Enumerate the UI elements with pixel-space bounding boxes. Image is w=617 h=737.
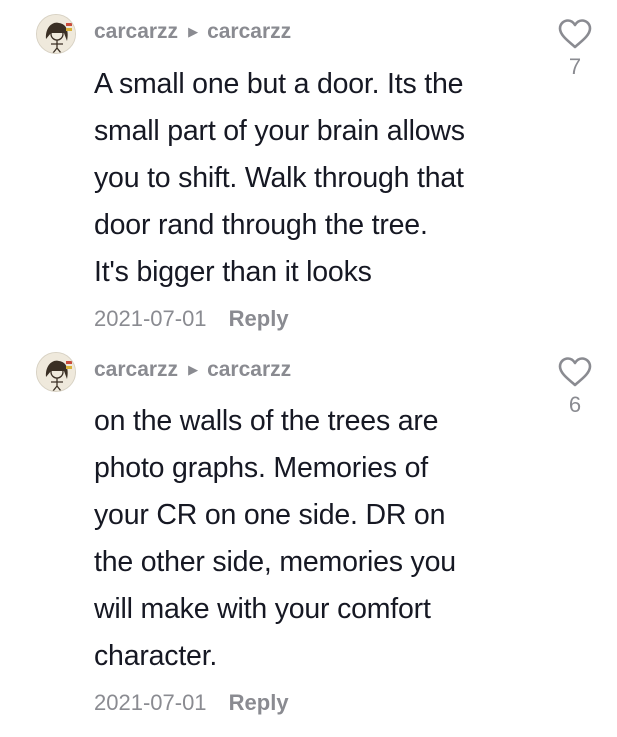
comment-date: 2021-07-01 xyxy=(94,306,207,331)
author-name[interactable]: carcarzz xyxy=(94,20,178,44)
comment-item: carcarzz ▶ carcarzz on the walls of the … xyxy=(0,340,617,737)
comment-text: A small one but a door. Its the small pa… xyxy=(94,61,544,296)
comment-line: the other side, memories you xyxy=(94,546,456,578)
comment-line: will make with your comfort xyxy=(94,593,431,625)
comment-line: on the walls of the trees are xyxy=(94,405,439,437)
comment-meta: 2021-07-01 Reply xyxy=(94,690,289,716)
play-triangle-icon: ▶ xyxy=(188,362,199,377)
comment-line: photo graphs. Memories of xyxy=(94,452,429,484)
like-count: 6 xyxy=(568,392,582,417)
like-count: 7 xyxy=(568,54,582,79)
heart-outline-icon[interactable] xyxy=(557,18,593,50)
reply-to-name[interactable]: carcarzz xyxy=(207,20,291,44)
reply-to-name[interactable]: carcarzz xyxy=(207,358,291,382)
like-button[interactable]: 7 xyxy=(555,18,595,80)
reply-button[interactable]: Reply xyxy=(229,690,289,715)
comment-line: small part of your brain allows xyxy=(94,115,465,147)
comment-line: door rand through the tree. xyxy=(94,209,428,241)
heart-outline-icon[interactable] xyxy=(557,356,593,388)
play-triangle-icon: ▶ xyxy=(188,24,199,39)
comment-text: on the walls of the trees are photo grap… xyxy=(94,398,544,680)
comment-line: A small one but a door. Its the xyxy=(94,68,464,100)
comment-line: you to shift. Walk through that xyxy=(94,162,464,194)
comment-line: character. xyxy=(94,640,218,672)
comment-date: 2021-07-01 xyxy=(94,690,207,715)
avatar[interactable] xyxy=(36,14,76,54)
author-line: carcarzz ▶ carcarzz xyxy=(94,358,291,382)
comment-meta: 2021-07-01 Reply xyxy=(94,306,289,332)
author-name[interactable]: carcarzz xyxy=(94,358,178,382)
comment-line: your CR on one side. DR on xyxy=(94,499,446,531)
reply-button[interactable]: Reply xyxy=(229,306,289,331)
author-line: carcarzz ▶ carcarzz xyxy=(94,20,291,44)
like-button[interactable]: 6 xyxy=(555,356,595,418)
comment-line: It's bigger than it looks xyxy=(94,256,372,288)
comment-item: carcarzz ▶ carcarzz A small one but a do… xyxy=(0,0,617,340)
avatar[interactable] xyxy=(36,352,76,392)
